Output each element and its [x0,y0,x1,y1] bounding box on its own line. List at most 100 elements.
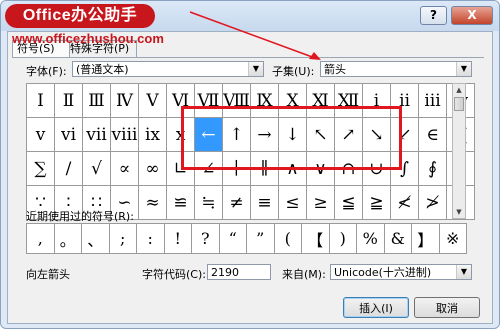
cancel-button[interactable]: 取消 [414,297,480,318]
font-label: 字体(F): [26,65,67,78]
symbol-cell[interactable]: √ [83,152,111,186]
from-select[interactable]: Unicode(十六进制) ▼ [330,264,472,280]
symbol-cell[interactable]: ∠ [195,152,223,186]
symbol-cell[interactable]: ∩ [335,152,363,186]
close-button[interactable]: X [451,6,493,25]
symbol-cell[interactable]: ← [195,118,223,152]
symbol-cell[interactable]: ⅵ [55,118,83,152]
recent-symbol-cell[interactable]: ? [192,224,220,254]
from-label: 来自(M): [282,268,326,281]
symbol-cell[interactable]: ∨ [307,152,335,186]
symbol-cell[interactable]: ⅸ [139,118,167,152]
recent-symbol-cell[interactable]: & [384,224,412,254]
symbol-cell[interactable]: ⅱ [391,84,419,118]
scroll-thumb[interactable] [454,97,464,111]
symbol-cell[interactable]: ≤ [279,186,307,220]
recent-symbol-cell[interactable]: 】 [412,224,440,254]
subset-label: 子集(U): [272,65,315,78]
tab-divider [12,57,484,58]
symbol-cell[interactable]: ⅰ [363,84,391,118]
subset-select[interactable]: 箭头 ▼ [320,61,472,77]
symbol-cell[interactable]: Ⅲ [83,84,111,118]
subset-select-value: 箭头 [324,63,346,76]
symbol-cell[interactable]: ∞ [139,152,167,186]
symbol-cell[interactable]: ↗ [335,118,363,152]
grid-scrollbar[interactable]: ▲ ▼ [452,83,466,219]
symbol-cell[interactable]: ≡ [251,186,279,220]
symbol-cell[interactable]: ⅷ [111,118,139,152]
symbol-cell[interactable]: Ⅴ [139,84,167,118]
symbol-cell[interactable]: ↑ [223,118,251,152]
symbol-cell[interactable]: ∑ [27,152,55,186]
recent-symbol-cell[interactable]: , [27,224,55,254]
symbol-cell[interactable]: Ⅳ [111,84,139,118]
symbol-cell[interactable]: ∮ [419,152,447,186]
scroll-down-icon[interactable]: ▼ [453,206,465,218]
recent-symbol-cell[interactable]: ) [329,224,357,254]
symbol-cell[interactable]: Ⅸ [251,84,279,118]
scroll-up-icon[interactable]: ▲ [453,84,465,96]
recent-symbol-cell[interactable]: ※ [439,224,467,254]
symbol-cell[interactable]: ≒ [195,186,223,220]
char-code-input[interactable]: 2190 [207,264,271,280]
char-code-label: 字符代码(C): [142,268,206,281]
insert-button[interactable]: 插入(I) [343,297,409,318]
symbol-cell[interactable]: ∫ [391,152,419,186]
symbol-cell[interactable]: ⅶ [83,118,111,152]
symbol-cell[interactable]: ↖ [307,118,335,152]
recent-symbol-cell[interactable]: ” [247,224,275,254]
symbol-cell[interactable]: ∟ [167,152,195,186]
symbol-cell[interactable]: ≥ [307,186,335,220]
recent-symbol-cell[interactable]: 【 [302,224,330,254]
symbol-cell[interactable]: ∝ [111,152,139,186]
symbol-cell[interactable]: ≯ [419,186,447,220]
recent-symbol-cell[interactable]: “ [219,224,247,254]
symbol-cell[interactable]: Ⅶ [195,84,223,118]
symbol-cell[interactable]: ≧ [363,186,391,220]
chevron-down-icon[interactable]: ▼ [248,62,263,76]
symbol-cell[interactable]: ≦ [335,186,363,220]
symbol-grid: ⅠⅡⅢⅣⅤⅥⅦⅧⅨⅩⅪⅫⅰⅱⅲⅳⅴⅵⅶⅷⅸⅹ←↑→↓↖↗↘↙∈∏∑/√∝∞∟∠∣… [26,83,475,220]
symbol-cell[interactable]: ∣ [223,152,251,186]
symbol-cell[interactable]: Ⅰ [27,84,55,118]
chevron-down-icon[interactable]: ▼ [456,265,471,279]
symbol-cell[interactable]: → [251,118,279,152]
font-select[interactable]: (普通文本) ▼ [72,61,264,77]
symbol-cell[interactable]: / [55,152,83,186]
chevron-down-icon[interactable]: ▼ [456,62,471,76]
font-select-value: (普通文本) [76,63,129,76]
symbol-description: 向左箭头 [26,268,70,281]
symbol-cell[interactable]: Ⅹ [279,84,307,118]
symbol-cell[interactable]: ⅹ [167,118,195,152]
symbol-cell[interactable]: ↓ [279,118,307,152]
symbol-cell[interactable]: ∧ [279,152,307,186]
recent-symbol-cell[interactable]: ; [109,224,137,254]
symbol-cell[interactable]: Ⅱ [55,84,83,118]
symbol-cell[interactable]: ↙ [391,118,419,152]
symbol-cell[interactable]: ≠ [223,186,251,220]
symbol-cell[interactable]: ≌ [167,186,195,220]
recent-symbols: ,。、;:!? “”(【)% &】 ※ [26,223,467,254]
recent-symbol-cell[interactable]: : [137,224,165,254]
from-select-value: Unicode(十六进制) [334,266,432,279]
symbol-cell[interactable]: ⅲ [419,84,447,118]
symbol-cell[interactable]: ≈ [139,186,167,220]
recent-symbol-cell[interactable]: ! [164,224,192,254]
symbol-cell[interactable]: ≮ [391,186,419,220]
recent-symbol-cell[interactable]: 、 [82,224,110,254]
symbol-cell[interactable]: Ⅺ [307,84,335,118]
recent-label: 近期使用过的符号(R): [26,210,134,223]
help-button[interactable]: ? [420,6,447,25]
symbol-cell[interactable]: ↘ [363,118,391,152]
title-bar: Office办公助手 ? X [1,1,499,31]
symbol-cell[interactable]: Ⅻ [335,84,363,118]
symbol-cell[interactable]: ⅴ [27,118,55,152]
symbol-cell[interactable]: ∥ [251,152,279,186]
symbol-cell[interactable]: Ⅷ [223,84,251,118]
recent-symbol-cell[interactable]: % [357,224,385,254]
symbol-cell[interactable]: ∈ [419,118,447,152]
symbol-cell[interactable]: ∪ [363,152,391,186]
symbol-cell[interactable]: Ⅵ [167,84,195,118]
recent-symbol-cell[interactable]: 。 [54,224,82,254]
recent-symbol-cell[interactable]: ( [274,224,302,254]
